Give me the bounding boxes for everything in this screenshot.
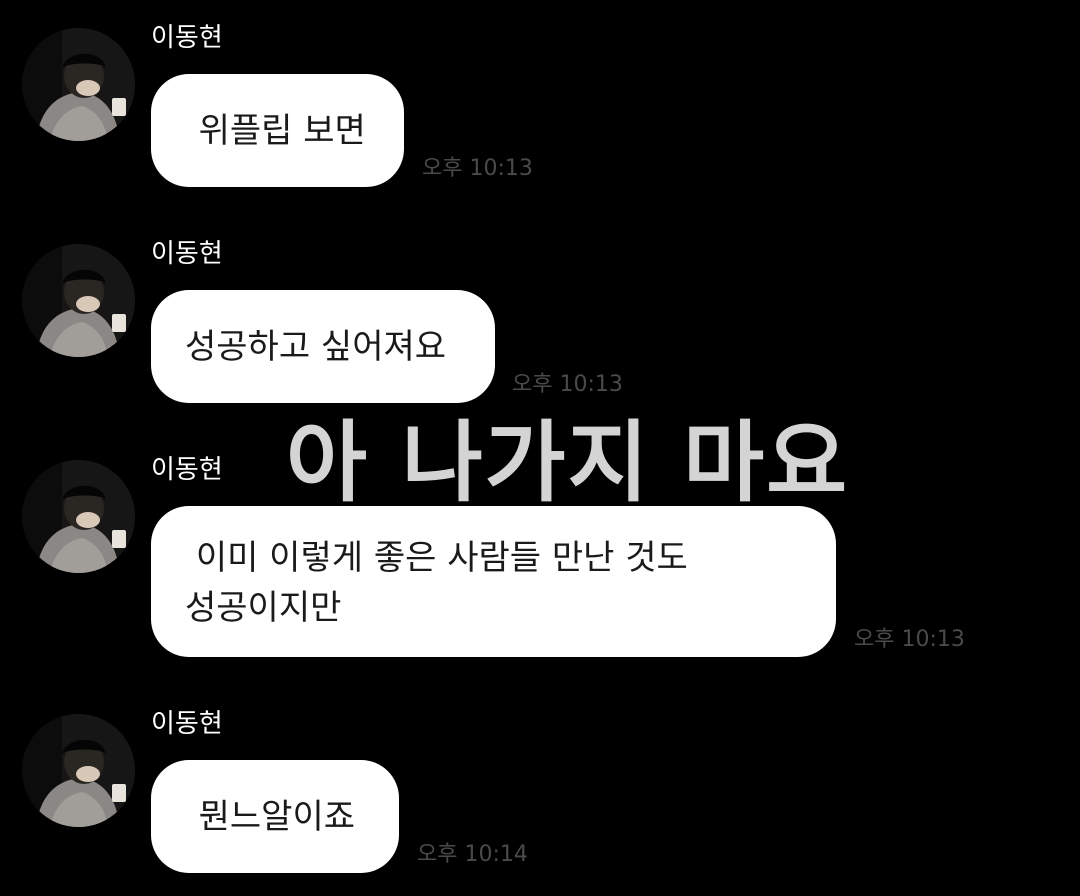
message-bubble[interactable]: 뭔느알이죠 [151,760,399,873]
avatar[interactable] [22,28,135,141]
sender-name: 이동현 [151,23,223,53]
message-text: 위플립 보면 [177,110,366,151]
sender-name: 이동현 [151,455,223,485]
chat-message: 이동현 성공하고 싶어져요 오후 10:13 [0,216,1080,432]
sender-name: 이동현 [151,709,223,739]
timestamp: 오후 10:13 [422,156,533,181]
timestamp: 오후 10:14 [417,842,528,867]
avatar[interactable] [22,460,135,573]
sender-name: 이동현 [151,239,223,269]
avatar[interactable] [22,244,135,357]
chat-message: 이동현 뭔느알이죠 오후 10:14 [0,686,1080,896]
message-bubble[interactable]: 이미 이렇게 좋은 사람들 만난 것도 성공이지만 [151,506,836,657]
chat-message: 이동현 위플립 보면 오후 10:13 [0,0,1080,216]
overlay-caption: 아 나가지 마요 [286,411,850,514]
message-text: 성공하고 싶어져요 [185,326,447,367]
avatar[interactable] [22,714,135,827]
message-bubble[interactable]: 위플립 보면 [151,74,404,187]
message-text: 이미 이렇게 좋은 사람들 만난 것도 성공이지만 [185,537,688,628]
message-bubble[interactable]: 성공하고 싶어져요 [151,290,495,403]
timestamp: 오후 10:13 [512,372,623,397]
timestamp: 오후 10:13 [854,627,965,652]
message-text: 뭔느알이죠 [177,796,356,837]
